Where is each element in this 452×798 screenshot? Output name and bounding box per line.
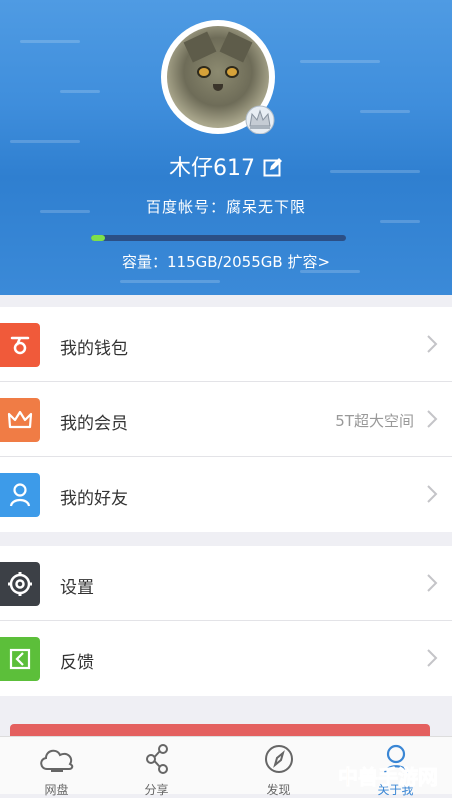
menu-group-account: 我的钱包 我的会员 5T超大空间 我的好友 (0, 307, 452, 532)
crown-icon (0, 398, 40, 442)
menu-item-label: 我的会员 (60, 414, 128, 434)
menu-group-system: 设置 反馈 (0, 546, 452, 696)
menu-item-friends[interactable]: 我的好友 (0, 457, 452, 532)
chevron-right-icon (427, 574, 438, 592)
chevron-right-icon (427, 410, 438, 428)
menu-item-label: 设置 (60, 578, 94, 598)
menu-item-feedback[interactable]: 反馈 (0, 621, 452, 696)
profile-header: 木仔617 百度帐号：腐呆无下限 容量：115GB/2055GB 扩容> (0, 0, 452, 295)
wallet-icon (0, 323, 40, 367)
chevron-right-icon (427, 485, 438, 503)
menu-item-label: 我的钱包 (60, 339, 128, 359)
account-name: 百度帐号：腐呆无下限 (145, 198, 306, 216)
menu-item-membership[interactable]: 我的会员 5T超大空间 (0, 382, 452, 457)
cloud-icon (39, 749, 73, 772)
gear-icon (0, 562, 40, 606)
crown-icon (245, 105, 275, 134)
tab-label: 发现 (266, 783, 291, 797)
compass-icon (264, 745, 293, 773)
chevron-right-icon (427, 649, 438, 667)
username: 木仔617 (0, 150, 452, 182)
tab-netdisk[interactable]: 网盘 (0, 737, 113, 797)
menu-item-settings[interactable]: 设置 (0, 546, 452, 621)
tab-label: 网盘 (44, 783, 69, 797)
storage-progress-bar (91, 235, 346, 241)
watermark-logo: 中兽手游网 (338, 765, 439, 790)
share-icon (145, 744, 168, 774)
storage-progress-fill (91, 235, 106, 241)
membership-promo-text: 5T超大空间 (335, 412, 414, 430)
menu-item-label: 反馈 (60, 653, 94, 673)
edit-icon[interactable] (263, 157, 283, 177)
tab-share[interactable]: 分享 (100, 737, 213, 797)
friend-icon (0, 473, 40, 517)
username-text: 木仔617 (169, 156, 255, 181)
feedback-icon (0, 637, 40, 681)
svg-text:中兽手游网: 中兽手游网 (338, 765, 438, 789)
capacity-link[interactable]: 容量：115GB/2055GB 扩容> (0, 251, 452, 272)
tab-label: 分享 (144, 783, 169, 797)
chevron-right-icon (427, 335, 438, 353)
menu-item-wallet[interactable]: 我的钱包 (0, 307, 452, 382)
tab-discover[interactable]: 发现 (222, 737, 335, 797)
menu-item-label: 我的好友 (60, 489, 128, 509)
